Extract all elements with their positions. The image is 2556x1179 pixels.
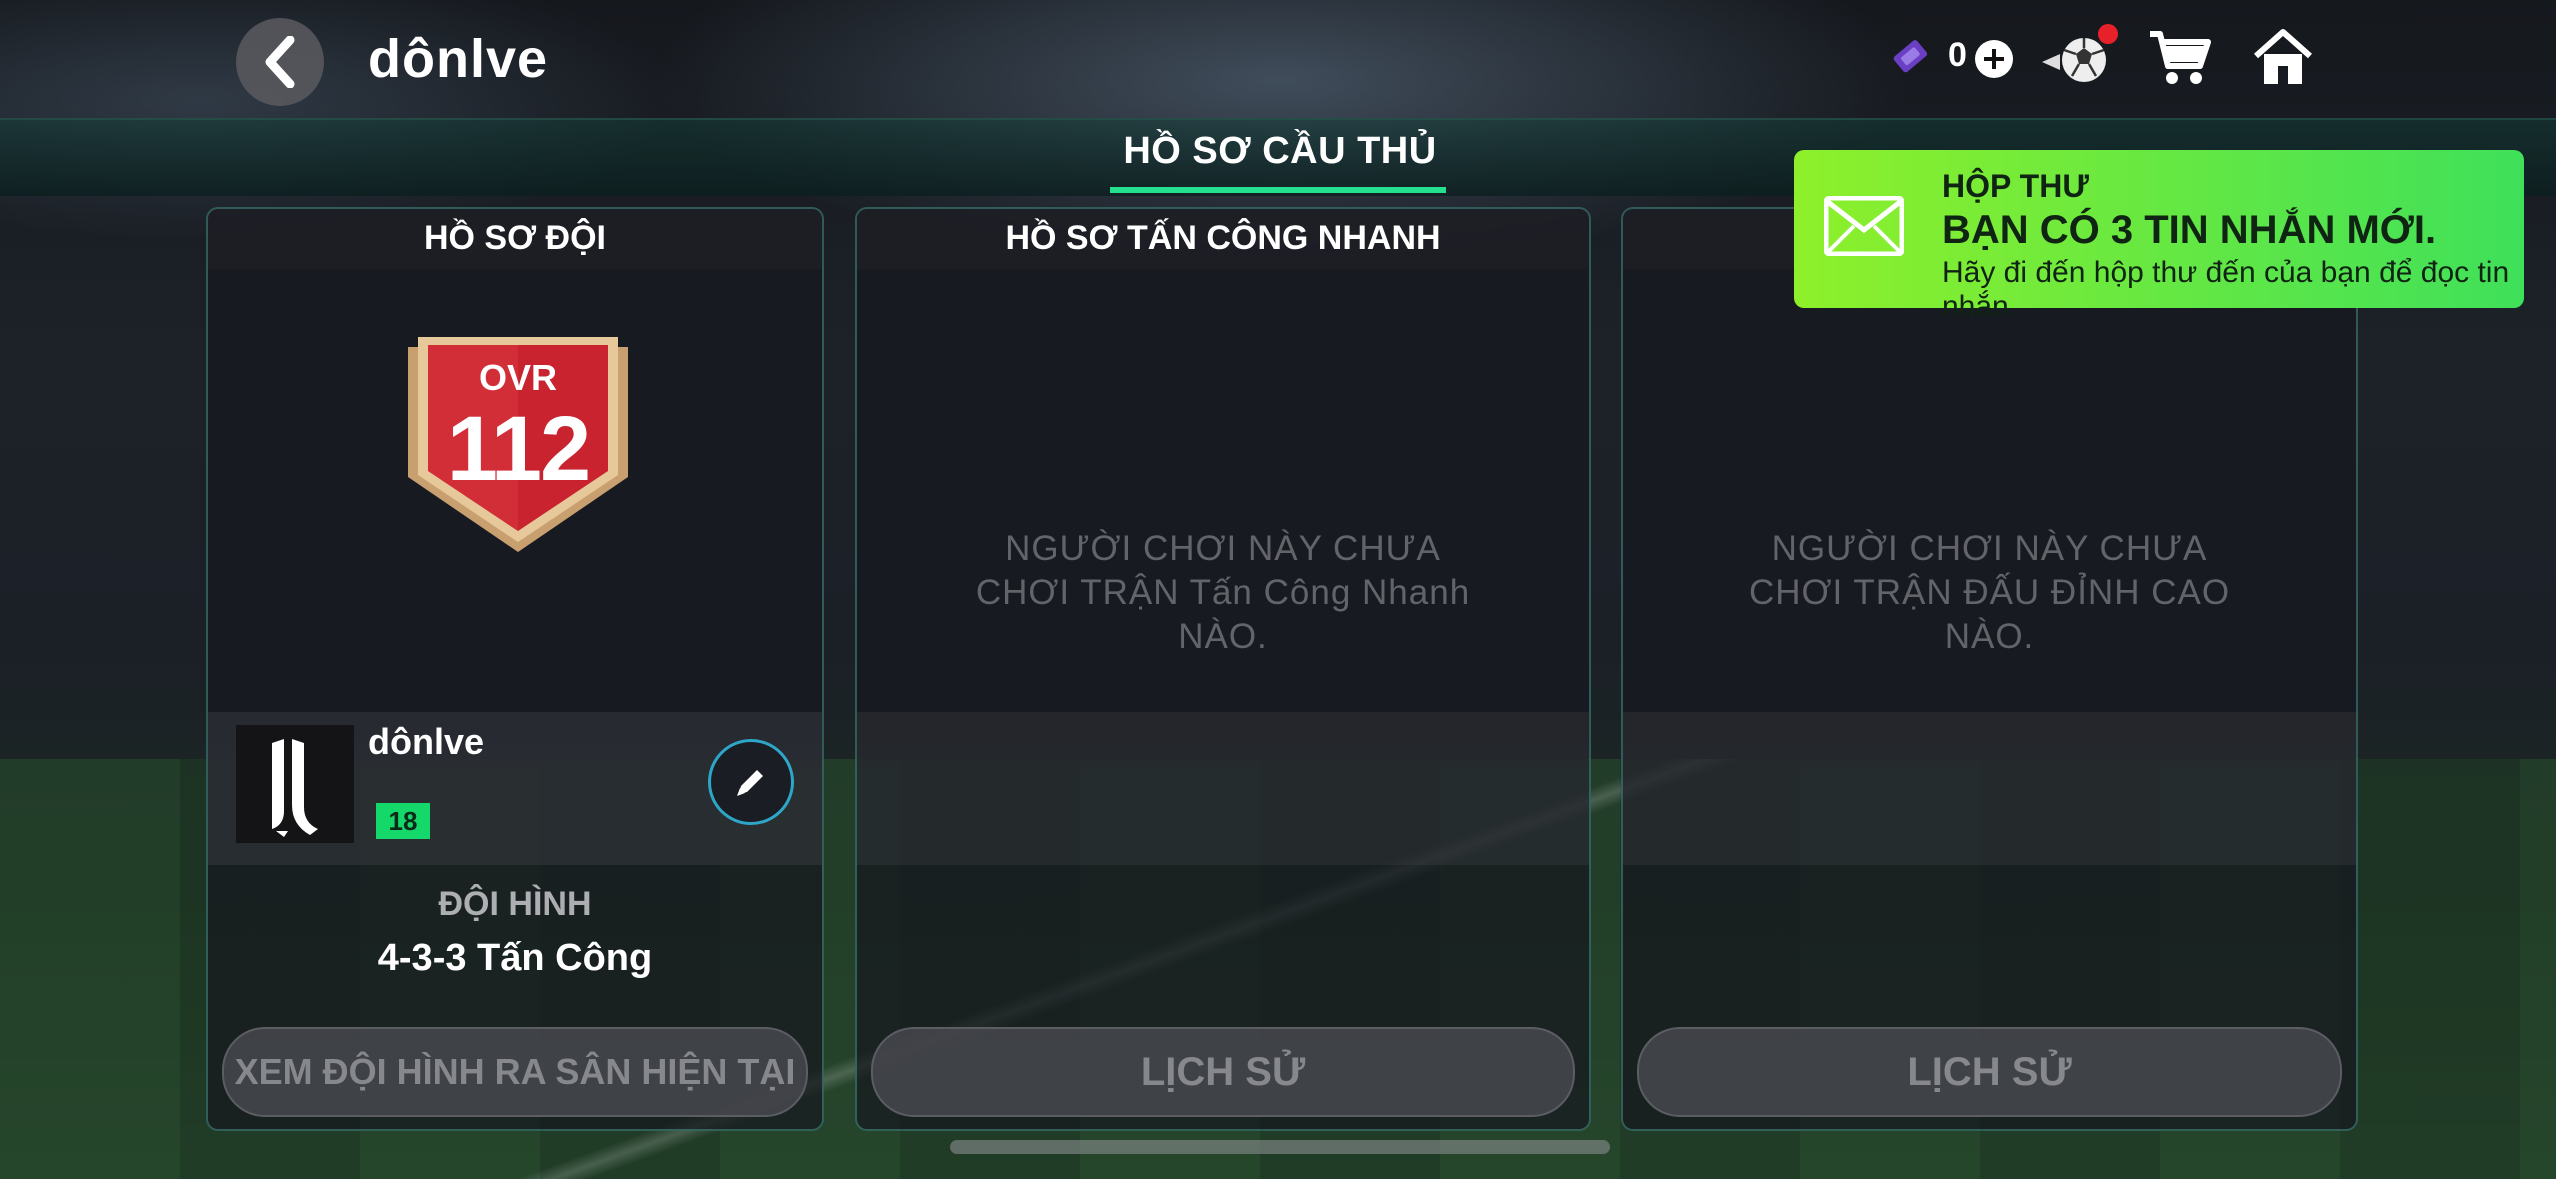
quick-attack-panel: HỒ SƠ TẤN CÔNG NHANH NGƯỜI CHƠI NÀY CHƯA… (855, 207, 1591, 1131)
empty-line: NGƯỜI CHƠI NÀY CHƯA (1005, 529, 1441, 568)
pencil-icon (737, 770, 763, 796)
edit-team-button[interactable] (708, 739, 794, 825)
envelope-icon (1824, 196, 1904, 256)
back-button[interactable] (236, 18, 324, 106)
toast-headline: BẠN CÓ 3 TIN NHẮN MỚI. (1942, 208, 2437, 252)
tab-player-profile[interactable]: HỒ SƠ CẦU THỦ (1110, 130, 1450, 173)
team-name: dônlve (368, 721, 485, 762)
toast-subtext: Hãy đi đến hộp thư đến của bạn để đọc ti… (1942, 256, 2510, 323)
page-title: dônlve (368, 29, 549, 89)
top-match-panel: NGƯỜI CHƠI NÀY CHƯA CHƠI TRẬN ĐẤU ĐỈNH C… (1621, 207, 2358, 1131)
top-bar: dônlve 0 (0, 0, 2556, 118)
ovr-label: OVR (478, 357, 557, 398)
panel-strip (1623, 712, 2356, 865)
ticket-icon[interactable] (1888, 34, 1934, 80)
view-lineup-button[interactable]: XEM ĐỘI HÌNH RA SÂN HIỆN TẠI (222, 1027, 808, 1117)
team-logo (236, 725, 354, 843)
ovr-value: 112 (446, 398, 591, 500)
empty-message: NGƯỜI CHƠI NÀY CHƯA CHƠI TRẬN Tấn Công N… (917, 527, 1529, 659)
empty-message: NGƯỜI CHƠI NÀY CHƯA CHƠI TRẬN ĐẤU ĐỈNH C… (1683, 527, 2296, 659)
back-chevron-icon (265, 36, 295, 88)
inbox-toast[interactable]: HỘP THƯ BẠN CÓ 3 TIN NHẮN MỚI. Hãy đi đế… (1794, 150, 2524, 323)
add-currency-button[interactable] (1975, 40, 2013, 78)
home-icon[interactable] (2252, 26, 2314, 88)
history-button[interactable]: LỊCH SỬ (871, 1027, 1575, 1117)
empty-line: NÀO. (1944, 617, 2035, 656)
formation-label: ĐỘI HÌNH (438, 885, 592, 923)
notification-dot (2098, 24, 2118, 44)
level-badge: 18 (376, 803, 430, 839)
panel-title: HỒ SƠ TẤN CÔNG NHANH (1005, 219, 1441, 257)
empty-line: CHƠI TRẬN Tấn Công Nhanh (975, 573, 1471, 612)
history-button[interactable]: LỊCH SỬ (1637, 1027, 2342, 1117)
empty-line: NGƯỜI CHƠI NÀY CHƯA (1771, 529, 2208, 568)
empty-line: NÀO. (1178, 617, 1268, 656)
scrollbar[interactable] (950, 1140, 1610, 1154)
panel-strip (857, 712, 1589, 865)
juventus-logo-icon (272, 739, 318, 837)
panel-title: HỒ SƠ ĐỘI (423, 219, 607, 257)
team-profile-panel: HỒ SƠ ĐỘI OVR 112 dônlve 18 ĐỘI HÌNH 4-3… (206, 207, 824, 1131)
cart-icon[interactable] (2148, 28, 2212, 88)
active-tab-indicator (1110, 187, 1446, 193)
empty-line: CHƠI TRẬN ĐẤU ĐỈNH CAO (1748, 573, 2231, 612)
ticket-count: 0 (1948, 36, 1967, 74)
formation-value: 4-3-3 Tấn Công (377, 937, 653, 979)
toast-title: HỘP THƯ (1942, 168, 2089, 204)
